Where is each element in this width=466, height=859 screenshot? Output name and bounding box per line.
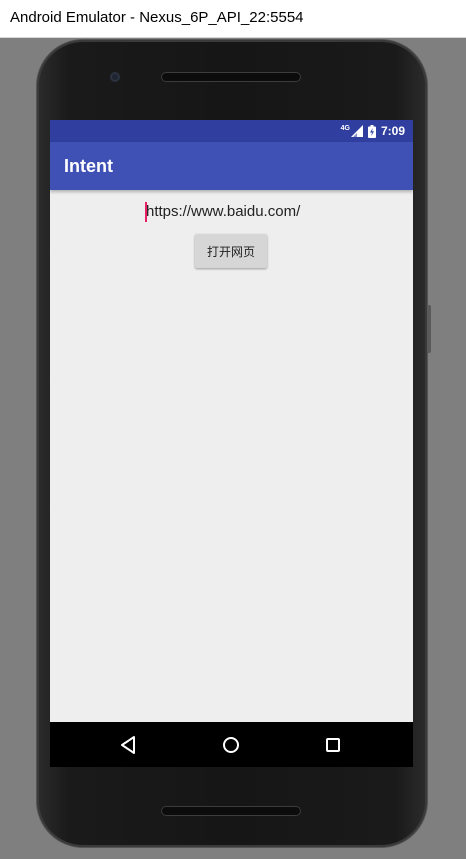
clock: 7:09 (380, 124, 405, 138)
url-input-value: https://www.baidu.com/ (146, 203, 301, 220)
status-icons: 4G 7:09 (341, 123, 405, 139)
home-button[interactable] (220, 734, 242, 756)
network-type-label: 4G (340, 124, 350, 132)
battery-icon (367, 124, 376, 138)
phone-screen: 4G 7:09 Intent https://www.baidu.com/ 打开… (50, 120, 413, 767)
back-button[interactable] (118, 734, 140, 756)
top-speaker (161, 72, 301, 82)
window-title: Android Emulator - Nexus_6P_API_22:5554 (10, 9, 304, 26)
status-bar: 4G 7:09 (50, 120, 413, 142)
bottom-speaker (161, 806, 301, 816)
url-input[interactable]: https://www.baidu.com/ (145, 202, 320, 224)
recents-icon (326, 738, 340, 752)
recents-button[interactable] (322, 734, 344, 756)
open-webpage-button[interactable]: 打开网页 (195, 234, 267, 268)
signal-icon (350, 125, 363, 137)
app-bar: Intent (50, 142, 413, 190)
home-icon (223, 737, 239, 753)
phone-side-button[interactable] (427, 305, 431, 353)
front-camera (110, 72, 120, 82)
navigation-bar (50, 722, 413, 767)
app-title: Intent (64, 156, 113, 176)
emulator-title-bar: Android Emulator - Nexus_6P_API_22:5554 (0, 0, 466, 38)
back-icon (121, 736, 135, 754)
